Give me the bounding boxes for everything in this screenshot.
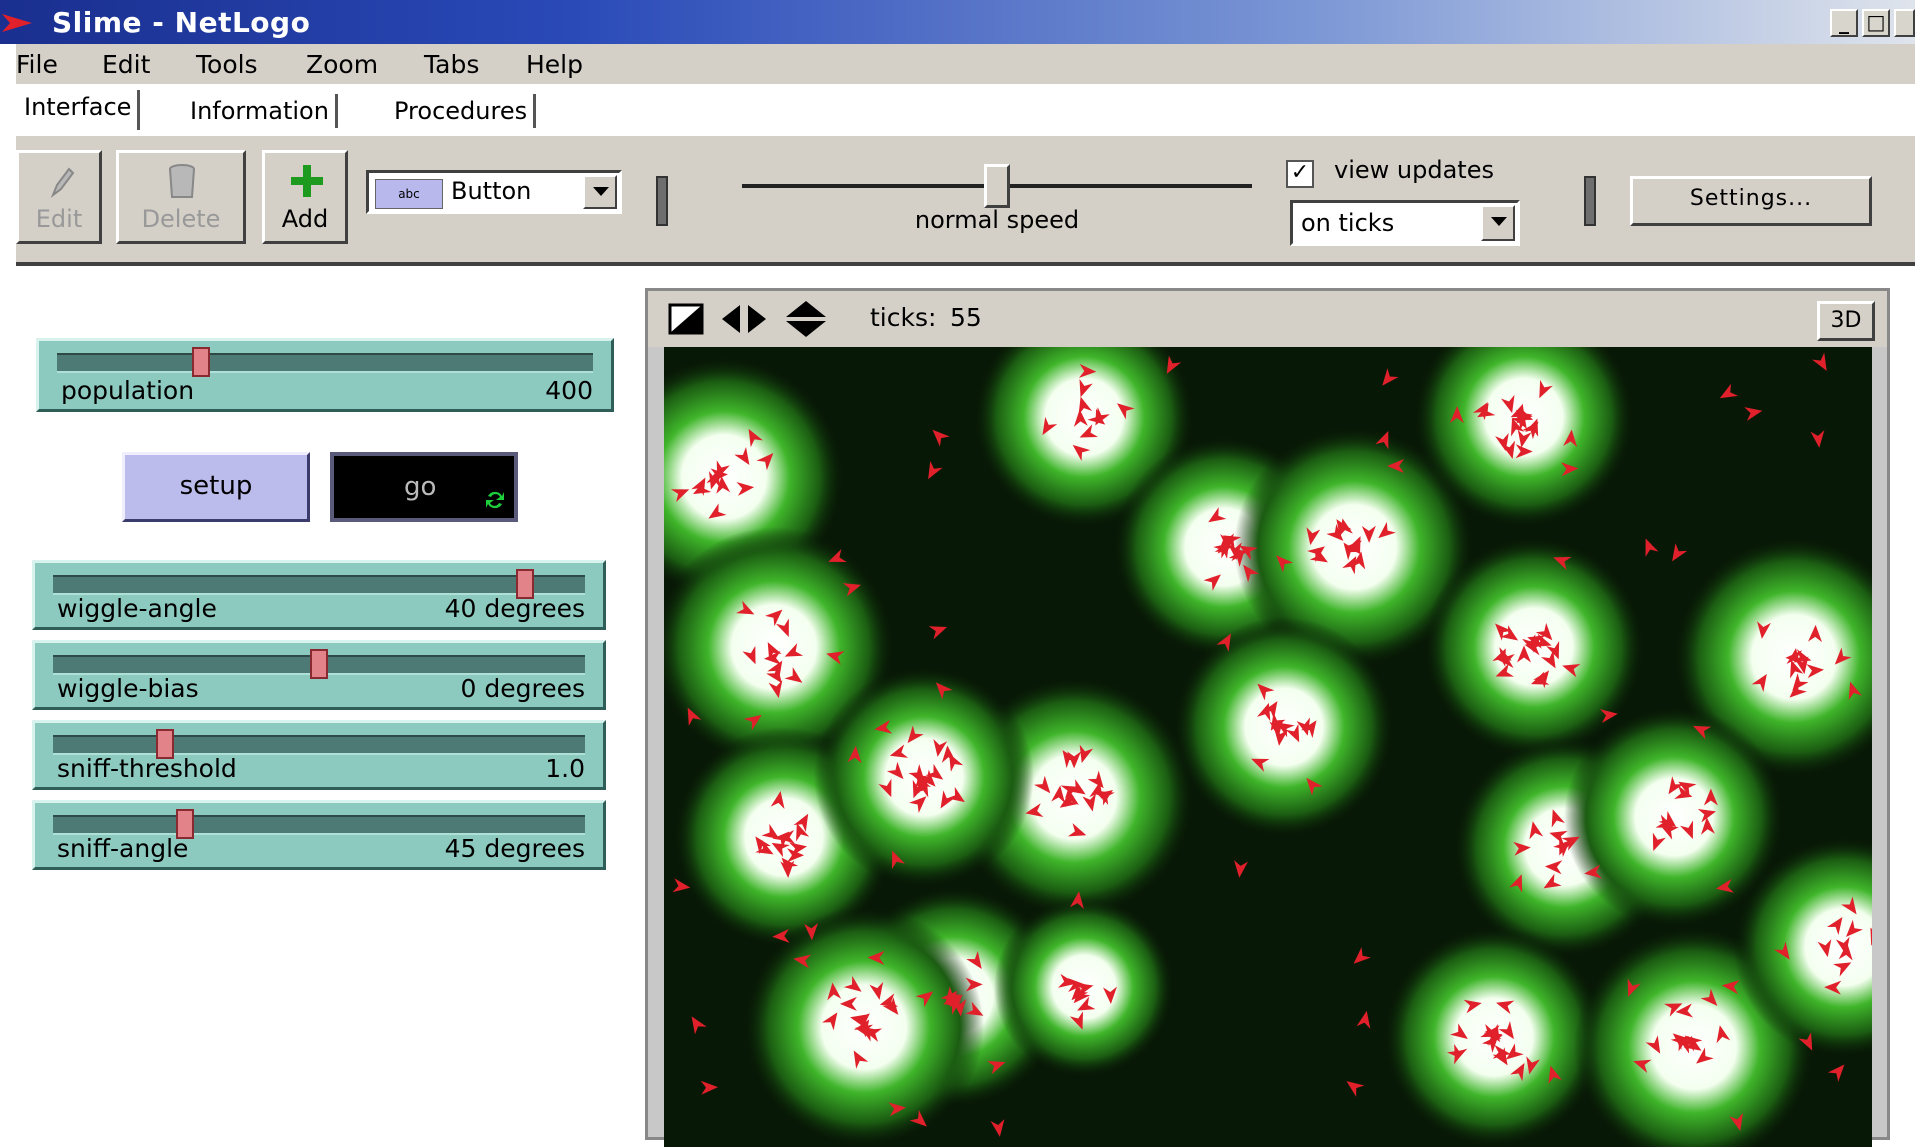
menu-edit[interactable]: Edit <box>102 50 150 79</box>
slider-label: sniff-angle <box>57 834 189 863</box>
resize-vertical-icon[interactable] <box>784 299 828 339</box>
toolbar-separator <box>656 176 668 226</box>
slider-handle[interactable] <box>310 649 328 679</box>
slider-label: sniff-threshold <box>57 754 237 783</box>
edit-button[interactable]: Edit <box>16 150 102 244</box>
world-canvas <box>664 347 1872 1147</box>
wiggle-bias-slider[interactable]: wiggle-bias 0 degrees <box>32 640 606 710</box>
widget-type-select[interactable]: abc Button <box>366 170 622 214</box>
wiggle-angle-slider[interactable]: wiggle-angle 40 degrees <box>32 560 606 630</box>
update-mode-select[interactable]: on ticks <box>1290 200 1520 246</box>
maximize-button[interactable]: □ <box>1862 9 1890 37</box>
slider-track <box>53 649 585 679</box>
3d-view-button[interactable]: 3D <box>1817 301 1875 341</box>
slider-value: 45 degrees <box>444 834 585 863</box>
edit-label: Edit <box>35 205 83 233</box>
add-label: Add <box>281 205 329 233</box>
sniff-angle-slider[interactable]: sniff-angle 45 degrees <box>32 800 606 870</box>
tab-information[interactable]: Information <box>184 94 338 128</box>
view-header: ticks: 55 3D <box>648 291 1887 347</box>
sniff-threshold-slider[interactable]: sniff-threshold 1.0 <box>32 720 606 790</box>
slider-label: population <box>61 376 195 405</box>
setup-button[interactable]: setup <box>122 452 310 522</box>
chevron-down-icon <box>583 175 617 209</box>
menu-tabs[interactable]: Tabs <box>424 50 479 79</box>
slider-value: 1.0 <box>545 754 585 783</box>
netlogo-logo-icon <box>2 14 32 32</box>
title-bar: Slime - NetLogo _ □ <box>0 0 1915 44</box>
slider-value: 40 degrees <box>444 594 585 623</box>
menu-bar: File Edit Tools Zoom Tabs Help <box>16 44 1915 84</box>
toolbar-separator <box>1584 176 1596 226</box>
settings-button[interactable]: Settings... <box>1630 176 1872 226</box>
menu-file[interactable]: File <box>16 50 58 79</box>
slider-value: 0 degrees <box>460 674 586 703</box>
menu-help[interactable]: Help <box>526 50 583 79</box>
view-updates-checkbox[interactable]: ✓ <box>1286 160 1314 188</box>
slider-label: wiggle-bias <box>57 674 199 703</box>
widget-type-value: Button <box>451 177 532 205</box>
go-label: go <box>404 472 437 502</box>
delete-label: Delete <box>141 205 221 233</box>
slider-value: 400 <box>545 376 593 405</box>
update-mode-value: on ticks <box>1301 209 1395 237</box>
speed-slider-handle[interactable] <box>984 164 1010 208</box>
slider-track <box>53 729 585 759</box>
tab-interface[interactable]: Interface <box>16 90 141 130</box>
plus-icon <box>291 165 323 197</box>
slider-track <box>53 809 585 839</box>
button-widget-icon: abc <box>375 179 443 209</box>
menu-tools[interactable]: Tools <box>196 50 258 79</box>
forever-icon <box>486 491 504 509</box>
pencil-icon <box>50 167 75 198</box>
ticks-label: ticks: <box>870 303 937 332</box>
view-updates-label: view updates <box>1334 156 1494 184</box>
population-slider[interactable]: population 400 <box>36 338 614 412</box>
delete-button[interactable]: Delete <box>116 150 246 244</box>
minimize-button[interactable]: _ <box>1830 9 1858 37</box>
slider-handle[interactable] <box>191 347 210 377</box>
menu-zoom[interactable]: Zoom <box>306 50 378 79</box>
toolbar: Edit Delete Add abc Button normal speed … <box>16 136 1915 266</box>
window-title: Slime - NetLogo <box>52 6 311 39</box>
tab-procedures[interactable]: Procedures <box>388 94 537 128</box>
tab-strip: Interface Information Procedures <box>16 84 1915 138</box>
speed-label: normal speed <box>914 206 1080 234</box>
close-button[interactable] <box>1894 9 1915 37</box>
add-button[interactable]: Add <box>262 150 348 244</box>
speed-slider-track[interactable] <box>742 164 1252 208</box>
go-button[interactable]: go <box>330 452 518 522</box>
world-view-panel: ticks: 55 3D <box>645 288 1890 1147</box>
resize-horizontal-icon[interactable] <box>720 303 768 335</box>
trash-icon <box>169 164 195 198</box>
chevron-down-icon <box>1481 205 1515 241</box>
slider-track <box>53 569 585 599</box>
slider-label: wiggle-angle <box>57 594 217 623</box>
ticks-counter: 55 <box>950 303 982 332</box>
slider-track <box>57 347 593 377</box>
edge-wrap-icon[interactable] <box>668 303 704 335</box>
